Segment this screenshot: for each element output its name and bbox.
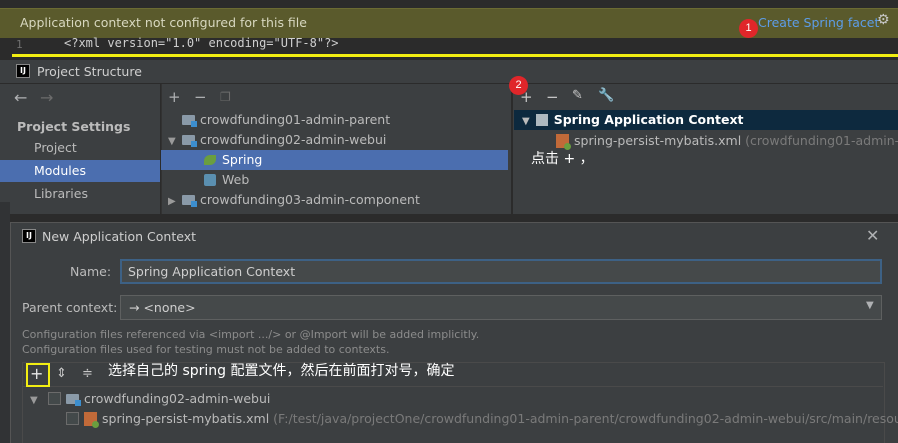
forward-arrow-icon[interactable]: →: [40, 88, 53, 107]
tree-item-webui[interactable]: ▼ crowdfunding02-admin-webui: [168, 130, 386, 150]
name-input[interactable]: [120, 259, 882, 284]
xml-file-icon: [84, 412, 99, 428]
sidebar-item-project[interactable]: Project: [0, 137, 160, 159]
tree-item-label: Spring: [222, 152, 263, 167]
context-icon: [535, 114, 548, 126]
info-text-testing: Configuration files used for testing mus…: [22, 343, 390, 356]
annotation-click-plus: 点击 + ，: [531, 151, 594, 167]
expand-all-icon[interactable]: ⇕: [56, 366, 67, 381]
module-folder-icon: [182, 135, 197, 147]
edit-pencil-icon[interactable]: ✎: [572, 88, 583, 103]
module-folder-icon: [182, 195, 197, 207]
tree-item-label: Web: [222, 172, 250, 187]
step-badge-2: 2: [509, 76, 528, 95]
tree-item-label: crowdfunding01-admin-parent: [200, 112, 391, 127]
config-file-row[interactable]: spring-persist-mybatis.xml (F:/test/java…: [66, 409, 898, 429]
chevron-down-icon[interactable]: ▼: [30, 391, 48, 411]
xml-file-row[interactable]: spring-persist-mybatis.xml (crowdfunding…: [556, 131, 898, 151]
notification-text: Application context not configured for t…: [20, 15, 307, 30]
parent-context-label: Parent context:: [22, 300, 118, 315]
tree-item-parent[interactable]: crowdfunding01-admin-parent: [168, 110, 390, 130]
remove-context-icon[interactable]: −: [546, 88, 559, 106]
file-checkbox[interactable]: [66, 412, 79, 425]
chevron-right-icon[interactable]: ▶: [168, 192, 182, 212]
back-arrow-icon[interactable]: ←: [14, 88, 27, 107]
spring-leaf-icon: [204, 155, 216, 165]
module-folder-icon: [182, 115, 197, 127]
add-file-icon[interactable]: +: [30, 364, 43, 383]
module-folder-icon: [66, 394, 81, 406]
create-spring-facet-link[interactable]: Create Spring facet: [758, 15, 879, 30]
file-name: spring-persist-mybatis.xml: [102, 411, 270, 426]
module-name: crowdfunding02-admin-webui: [84, 391, 271, 406]
sidebar-item-modules[interactable]: Modules: [0, 160, 160, 182]
chevron-down-icon[interactable]: ▼: [522, 116, 530, 127]
close-icon[interactable]: ✕: [866, 226, 879, 245]
intellij-logo-icon: IJ: [22, 229, 36, 243]
tree-item-spring-facet[interactable]: Spring: [161, 150, 508, 170]
code-text: <?xml version="1.0" encoding="UTF-8"?>: [64, 36, 339, 50]
web-facet-icon: [204, 174, 216, 186]
chevron-down-icon[interactable]: ▼: [168, 132, 182, 152]
context-row[interactable]: ▼ Spring Application Context: [514, 110, 898, 130]
window-title: Project Structure: [37, 64, 142, 79]
step-badge-1: 1: [739, 19, 758, 38]
tree-item-label: crowdfunding02-admin-webui: [200, 132, 387, 147]
tree-item-web-facet[interactable]: Web: [204, 170, 249, 190]
wrench-icon[interactable]: 🔧: [598, 88, 614, 103]
file-path: (F:/test/java/projectOne/crowdfunding01-…: [273, 411, 898, 426]
copy-icon[interactable]: ❐: [220, 90, 231, 104]
context-name: Spring Application Context: [553, 112, 744, 127]
parent-context-select[interactable]: → <none>: [120, 295, 882, 320]
module-checkbox[interactable]: [48, 392, 61, 405]
tree-item-label: crowdfunding03-admin-component: [200, 192, 420, 207]
remove-icon[interactable]: −: [194, 88, 207, 106]
highlight-line: [12, 54, 898, 57]
xml-module-name: (crowdfunding01-admin-par: [745, 133, 898, 148]
xml-file-name: spring-persist-mybatis.xml: [574, 133, 742, 148]
intellij-logo-icon: IJ: [16, 64, 30, 78]
line-number: 1: [16, 38, 23, 51]
chevron-down-icon[interactable]: ▼: [866, 300, 874, 311]
collapse-all-icon[interactable]: ≑: [82, 366, 93, 381]
side-strip: [0, 202, 10, 443]
name-label: Name:: [70, 264, 112, 279]
config-module-row[interactable]: ▼ crowdfunding02-admin-webui: [30, 389, 270, 411]
info-text-import: Configuration files referenced via <impo…: [22, 328, 480, 341]
instruction-annotation: 选择自己的 spring 配置文件，然后在前面打对号，确定: [108, 363, 455, 379]
sidebar-item-libraries[interactable]: Libraries: [0, 183, 160, 205]
xml-file-icon: [556, 134, 571, 150]
project-settings-heading: Project Settings: [17, 119, 131, 134]
add-icon[interactable]: +: [168, 88, 181, 106]
dialog-title: New Application Context: [42, 229, 197, 244]
tree-item-component[interactable]: ▶ crowdfunding03-admin-component: [168, 190, 420, 210]
gear-icon[interactable]: ⚙: [877, 13, 891, 27]
